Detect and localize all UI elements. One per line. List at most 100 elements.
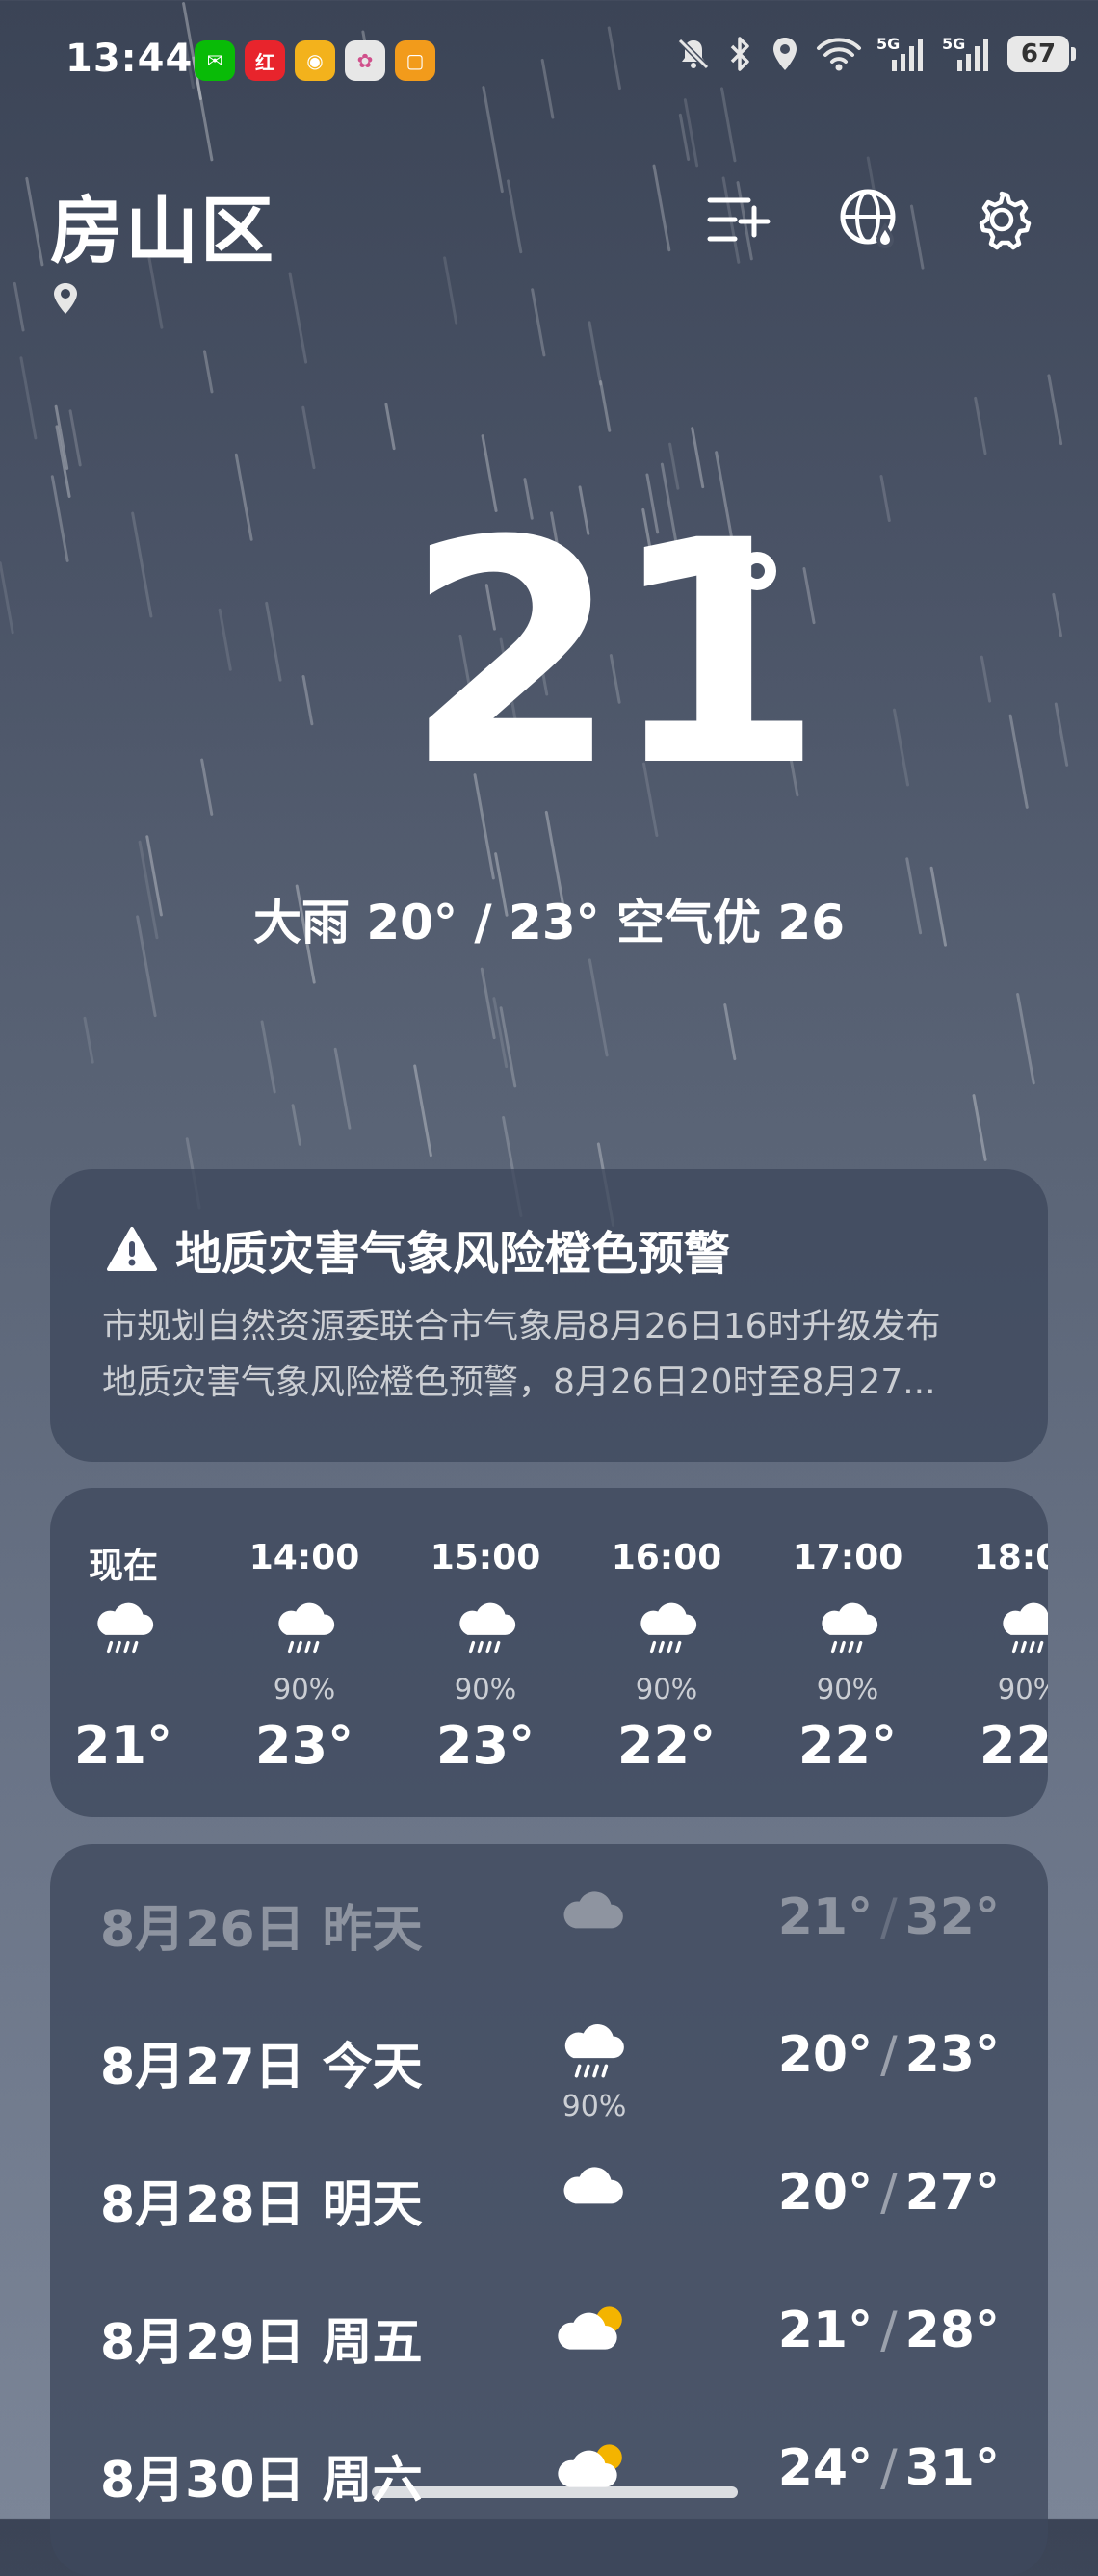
day-label: 8月27日 今天 — [100, 2039, 423, 2096]
hour-precipitation: 90% — [997, 1673, 1048, 1705]
hour-precipitation: 90% — [635, 1673, 698, 1705]
rain-streak — [1054, 702, 1069, 767]
signal-1: 5G — [876, 35, 928, 73]
day-temperature-range: 24°/31° — [778, 2439, 1000, 2497]
day-icon — [558, 1879, 629, 1950]
day-high: 32° — [904, 1888, 1000, 1946]
rain-streak — [50, 475, 69, 562]
day-label: 8月30日 周六 — [100, 2452, 423, 2510]
signal-2: 5G — [942, 35, 994, 73]
hourly-item: 16:00 90% 22° — [599, 1488, 734, 1817]
daily-row[interactable]: 8月27日 今天 90% 20°/23° — [50, 1991, 1048, 2126]
alert-line: 市规划自然资源委联合市气象局8月26日16时升级发布 — [102, 1307, 941, 1346]
home-indicator[interactable] — [372, 2486, 738, 2498]
rain-streak — [218, 608, 232, 671]
day-temperature-range: 20°/27° — [778, 2164, 1000, 2222]
alert-line: 地质灾害气象风险橙色预警，8月26日20时至8月27... — [102, 1363, 936, 1402]
range-separator: / — [880, 2164, 898, 2222]
range-separator: / — [880, 1888, 898, 1946]
day-icon — [558, 2292, 629, 2363]
cloud-icon — [563, 2167, 623, 2204]
gear-icon — [979, 191, 1032, 250]
daily-forecast[interactable]: 8月26日 昨天 21°/32° 8月27日 今天 90% 20°/23° 8月28日 明… — [50, 1844, 1048, 2576]
rain-streak — [83, 1016, 94, 1064]
globe-rain-icon — [840, 189, 896, 248]
rain-streak — [507, 179, 523, 254]
status-time: 13:44 — [65, 37, 194, 81]
hour-icon — [272, 1596, 339, 1663]
rain-streak — [1016, 992, 1035, 1085]
rain-streak — [892, 708, 910, 787]
cloud-icon — [563, 1891, 623, 1929]
daily-row[interactable]: 8月29日 周五 21°/28° — [50, 2267, 1048, 2402]
location-pin-icon — [54, 283, 77, 314]
city-name[interactable]: 房山区 — [50, 171, 275, 277]
wifi-icon — [817, 38, 861, 71]
manage-cities-button[interactable] — [703, 183, 776, 256]
rain-cloud-icon — [564, 2024, 624, 2078]
photos-app-icon: ✿ — [345, 40, 385, 81]
rain-streak — [588, 321, 603, 386]
location-icon — [773, 38, 797, 70]
rain-cloud-icon — [1003, 1602, 1048, 1654]
hour-precipitation: 90% — [273, 1673, 336, 1705]
rain-cloud-icon — [97, 1602, 154, 1654]
hour-label: 15:00 — [430, 1538, 541, 1577]
rain-streak — [499, 1006, 517, 1088]
hour-temperature: 22° — [979, 1715, 1048, 1776]
header-actions — [703, 183, 1038, 256]
degree-symbol — [738, 552, 776, 590]
rain-streak — [13, 281, 25, 332]
alert-title-row: 地质灾害气象风险橙色预警 — [106, 1215, 730, 1283]
hour-icon — [996, 1596, 1048, 1663]
orange-app-icon: ▢ — [395, 40, 435, 81]
day-temperature-range: 20°/23° — [778, 2026, 1000, 2084]
rain-streak — [291, 1104, 301, 1146]
wechat-icon: ✉ — [195, 40, 235, 81]
rain-streak — [131, 511, 153, 618]
rain-streak — [55, 425, 71, 499]
rain-streak — [0, 561, 14, 635]
day-high: 31° — [904, 2439, 1000, 2497]
rain-streak — [879, 475, 891, 523]
settings-button[interactable] — [965, 183, 1038, 256]
hour-temperature: 22° — [616, 1715, 717, 1776]
rain-streak — [1008, 714, 1029, 809]
rain-streak — [54, 404, 69, 470]
rain-streak — [599, 379, 612, 432]
weather-alert-card[interactable]: 地质灾害气象风险橙色预警 市规划自然资源委联合市气象局8月26日16时升级发布 … — [50, 1169, 1048, 1462]
rain-streak — [265, 601, 282, 682]
mute-bell-icon — [677, 38, 710, 70]
hourly-item: 18:00 90% 22° — [961, 1488, 1048, 1817]
warning-icon — [107, 1227, 157, 1271]
daily-row[interactable]: 8月28日 明天 20°/27° — [50, 2129, 1048, 2264]
day-temperature-range: 21°/32° — [778, 1888, 1000, 1946]
hour-temperature: 23° — [435, 1715, 536, 1776]
day-high: 23° — [904, 2026, 1000, 2084]
rain-streak — [202, 350, 214, 394]
weather-summary: 大雨 20° / 23° 空气优 26 — [252, 895, 846, 950]
rain-streak — [68, 409, 82, 467]
hour-icon — [815, 1596, 882, 1663]
hourly-item: 17:00 90% 22° — [780, 1488, 915, 1817]
daily-row[interactable]: 8月26日 昨天 21°/32° — [50, 1854, 1048, 1989]
day-icon — [558, 2154, 629, 2225]
hourly-item: 现在 21° — [56, 1488, 191, 1817]
rain-streak — [980, 655, 992, 703]
hour-label: 14:00 — [248, 1538, 360, 1577]
daily-row[interactable]: 8月30日 周六 24°/31° — [50, 2405, 1048, 2539]
range-separator: / — [880, 2302, 898, 2359]
day-label: 8月28日 明天 — [100, 2176, 423, 2234]
day-low: 21° — [777, 2302, 874, 2359]
rain-streak — [333, 1047, 352, 1130]
status-bar: 13:44 ✉ 红 ◉ ✿ ▢ 5G 5G 67 — [0, 0, 1098, 125]
global-weather-button[interactable] — [834, 183, 907, 256]
partly-sunny-icon — [558, 2306, 622, 2350]
hour-label: 17:00 — [792, 1538, 903, 1577]
current-temperature: 21 — [405, 476, 824, 834]
rain-streak — [19, 356, 38, 440]
hourly-forecast[interactable]: 现在 21° 14:00 90% 23° 15:00 90% 23° 16:00 90% 22° 17… — [50, 1488, 1048, 1817]
alert-title: 地质灾害气象风险橙色预警 — [175, 1227, 731, 1281]
cellular-signal-icon — [957, 39, 988, 71]
rain-streak — [413, 1064, 432, 1158]
